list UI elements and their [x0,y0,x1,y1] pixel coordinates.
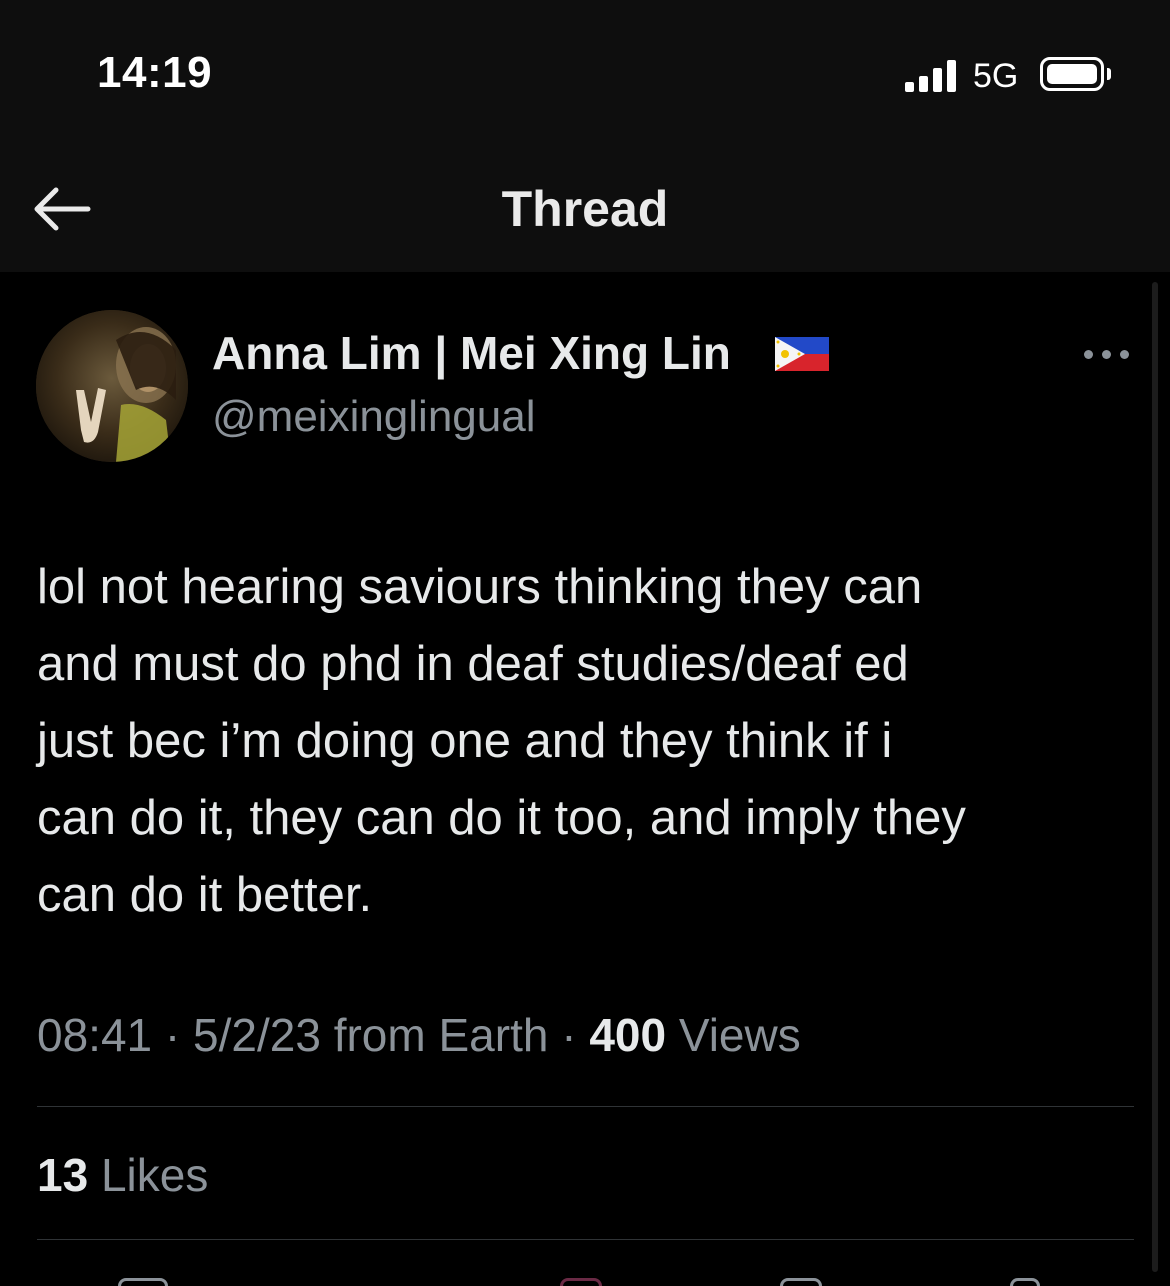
author-handle[interactable]: @meixinglingual [212,392,536,442]
avatar[interactable] [36,310,188,462]
likes-count: 13 [37,1149,89,1201]
like-icon[interactable] [560,1278,602,1286]
more-horizontal-icon [1084,350,1093,359]
battery-icon [1040,57,1104,91]
top-bar: 14:19 5G Thread [0,0,1170,272]
status-time: 14:19 [97,48,213,97]
action-bar [0,1272,1170,1286]
tweet-time: 08:41 [37,1009,153,1061]
likes-label: Likes [100,1149,209,1201]
tweet-date: 5/2/23 [193,1009,321,1061]
meta-separator: · [164,1009,181,1061]
page-title: Thread [501,181,669,237]
meta-separator: · [561,1009,577,1061]
network-type: 5G [973,57,1019,95]
likes-link[interactable]: 13 Likes [37,1148,208,1202]
reply-icon[interactable] [118,1278,168,1286]
philippines-flag-icon [775,337,829,371]
tweet-text: lol not hearing saviours thinking they c… [37,560,966,922]
divider [37,1106,1134,1107]
tweet-meta: 08:41 · 5/2/23 from Earth · 400 Views [37,1008,801,1062]
share-icon[interactable] [1010,1278,1040,1286]
tweet-source: from Earth [333,1009,549,1061]
views-label: Views [678,1009,801,1061]
divider [37,1239,1134,1240]
more-options-button[interactable] [1084,345,1130,363]
author-display-name[interactable]: Anna Lim | Mei Xing Lin [212,326,731,380]
avatar-photo [36,310,188,462]
bookmark-icon[interactable] [780,1278,822,1286]
views-count: 400 [589,1009,667,1061]
scrollbar[interactable] [1152,282,1158,1272]
cellular-signal-icon [905,58,961,92]
battery-cap [1107,68,1111,80]
